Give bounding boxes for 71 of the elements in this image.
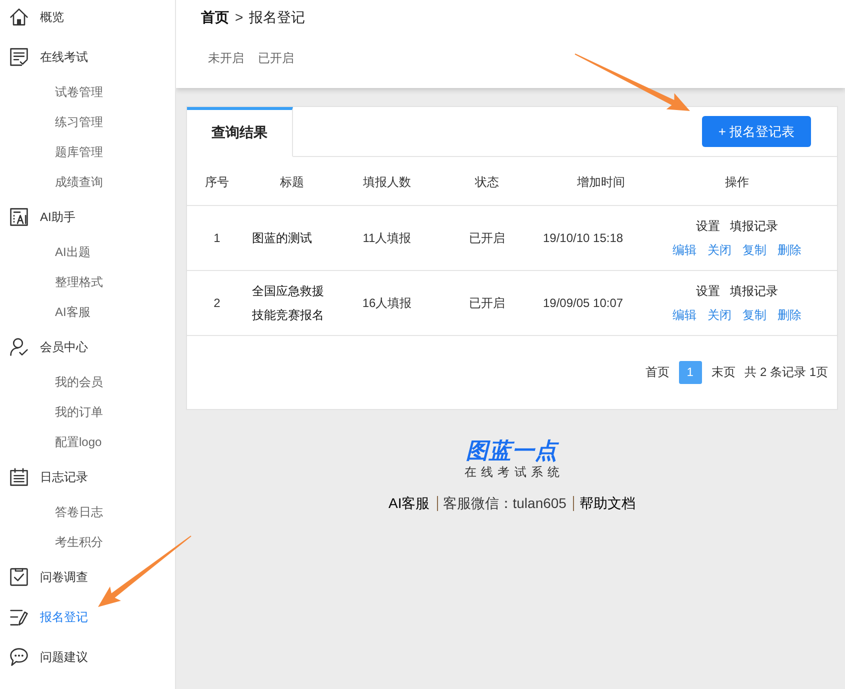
nav-subitem[interactable]: 练习管理 [55,113,103,131]
filter-tab[interactable]: 已开启 [258,50,294,66]
table-cell-text: 全国应急救援技能竞赛报名 [251,283,325,324]
nav-item[interactable]: 在线考试 [10,48,88,66]
action-link[interactable]: 关闭 [708,238,732,262]
last-page-link[interactable]: 末页 [712,361,736,384]
table-cell-text: 16人填报 [362,295,412,312]
first-page-link[interactable]: 首页 [646,361,670,384]
nav-item[interactable]: 会员中心 [10,338,88,356]
add-form-button[interactable]: + 报名登记表 [702,116,811,147]
pencil-lines-icon [10,608,28,626]
breadcrumb-separator: > [235,8,244,27]
table-cell-text: 2 [214,295,220,312]
logo-tagline: 在线考试系统 [463,464,564,480]
calendar-list-icon [10,468,28,486]
action-link[interactable]: 填报记录 [730,279,778,303]
nav-subitem[interactable]: 我的会员 [55,373,103,391]
table-cell-text: 图蓝的测试 [251,230,313,247]
nav-subitem[interactable]: AI客服 [55,303,90,321]
column-header: 序号 [205,174,229,190]
table-cell-text: 19/10/10 15:18 [542,230,624,247]
action-link[interactable]: 编辑 [672,303,696,327]
home-icon [10,8,28,26]
ai-document-icon [10,208,28,226]
nav-item[interactable]: 报名登记 [10,608,88,626]
nav-subitem[interactable]: 我的订单 [55,403,103,421]
action-link[interactable]: 填报记录 [730,214,778,238]
checkbox-icon [10,568,28,586]
nav-item[interactable]: 概览 [10,8,64,26]
nav-subitem[interactable]: 整理格式 [55,273,103,291]
action-link[interactable]: 编辑 [672,238,696,262]
nav-subitem[interactable]: 成绩查询 [55,173,103,191]
chat-bubble-icon [10,648,28,666]
logo-text: 图蓝一点 [466,439,558,463]
footer-link[interactable]: AI客服 [388,494,430,512]
nav-item[interactable]: 问题建议 [10,648,88,666]
action-link[interactable]: 复制 [742,238,766,262]
breadcrumb-current: 报名登记 [249,8,306,27]
column-header: 状态 [475,174,499,190]
action-link[interactable]: 设置 [696,279,720,303]
table-cell-text: 11人填报 [362,230,412,247]
filter-tab[interactable]: 未开启 [208,50,244,66]
table-cell-text: 19/09/05 10:07 [542,295,624,312]
column-header: 操作 [725,174,749,190]
nav-subitem[interactable]: AI出题 [55,243,90,261]
table-cell-text: 1 [214,230,220,247]
nav-item[interactable]: AI助手 [10,208,76,226]
nav-subitem[interactable]: 考生积分 [55,533,103,551]
action-link[interactable]: 关闭 [708,303,732,327]
nav-item[interactable]: 日志记录 [10,468,88,486]
nav-subitem[interactable]: 配置logo [55,433,102,451]
footer-link[interactable]: 帮助文档 [579,494,636,512]
action-link[interactable]: 删除 [778,303,802,327]
checklist-icon [10,48,28,66]
column-header: 填报人数 [363,174,411,190]
panel-tab[interactable]: 查询结果 [187,107,293,157]
column-header: 标题 [280,174,304,190]
action-link[interactable]: 删除 [778,238,802,262]
action-link[interactable]: 复制 [742,303,766,327]
nav-item[interactable]: 问卷调查 [10,568,88,586]
breadcrumb-link[interactable]: 首页 [201,7,229,27]
column-header: 增加时间 [577,174,625,190]
action-link[interactable]: 设置 [696,214,720,238]
table-cell-text: 已开启 [469,295,505,312]
table-cell-text: 已开启 [469,230,505,247]
pagination-summary: 共 2 条记录 1页 [744,364,828,381]
nav-subitem[interactable]: 题库管理 [55,143,103,161]
user-check-icon [10,338,28,356]
nav-subitem[interactable]: 答卷日志 [55,503,103,521]
nav-subitem[interactable]: 试卷管理 [55,83,103,101]
footer-text: 客服微信：tulan605 [442,494,566,512]
